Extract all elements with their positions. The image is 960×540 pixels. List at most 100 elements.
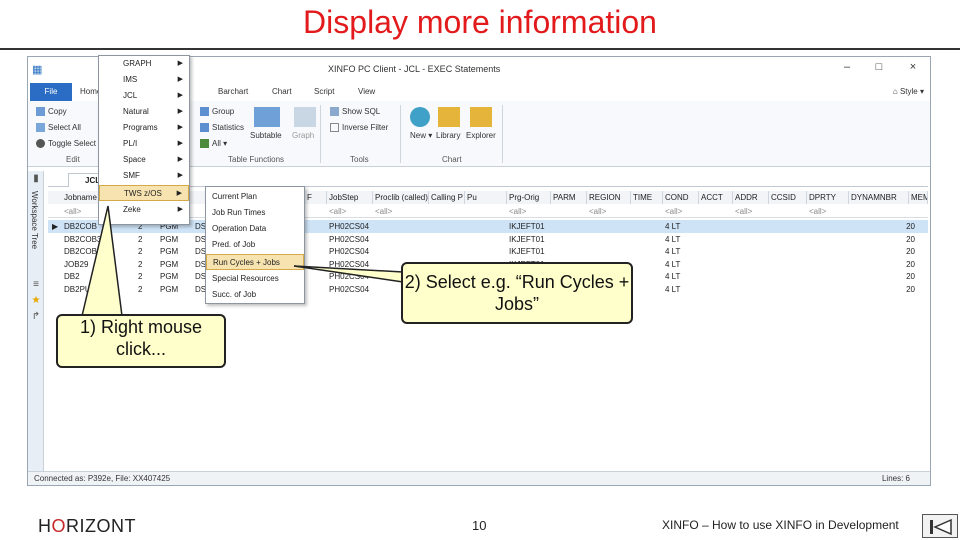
list-icon[interactable]: ≡ bbox=[30, 279, 42, 291]
column-header[interactable]: Prg-Orig bbox=[507, 191, 551, 204]
filter-cell[interactable]: <all> bbox=[62, 205, 102, 218]
column-header[interactable]: Pu bbox=[465, 191, 507, 204]
column-header[interactable]: DYNAMNBR bbox=[849, 191, 909, 204]
context-menu-item-programs[interactable]: Programs ▶ bbox=[99, 120, 189, 136]
minimize-icon[interactable]: – bbox=[838, 61, 856, 75]
submenu-item-pred-of-job[interactable]: Pred. of Job bbox=[206, 237, 304, 253]
close-icon[interactable]: × bbox=[904, 61, 922, 75]
graph-button[interactable]: Graph bbox=[292, 131, 314, 140]
context-menu-item-graph[interactable]: GRAPH ▶ bbox=[99, 56, 189, 72]
select-all-icon bbox=[36, 123, 45, 133]
menu-style[interactable]: ⌂ Style ▾ bbox=[893, 87, 924, 96]
table-cell: DB2 bbox=[64, 272, 80, 281]
context-menu-label: Programs bbox=[123, 123, 158, 132]
table-row[interactable]: DB2COB3 2 PGM DSN PH02CS04 IKJEFT01 4 LT 20 bbox=[48, 245, 928, 258]
filter-cell[interactable]: <all> bbox=[663, 205, 699, 218]
show-sql-button[interactable]: Show SQL bbox=[330, 107, 380, 117]
window-title: XINFO PC Client - JCL - EXEC Statements bbox=[328, 64, 501, 74]
menu-script[interactable]: Script bbox=[314, 87, 334, 96]
column-header[interactable]: DPRTY bbox=[807, 191, 849, 204]
table-cell: 2 bbox=[138, 234, 143, 244]
filter-cell[interactable]: <all> bbox=[507, 205, 547, 218]
maximize-icon[interactable]: □ bbox=[870, 61, 888, 75]
submenu-item-special-resources[interactable]: Special Resources bbox=[206, 271, 304, 287]
first-page-button[interactable] bbox=[922, 514, 958, 538]
star-icon[interactable]: ★ bbox=[30, 295, 42, 307]
table-cell bbox=[465, 220, 505, 233]
context-menu-item-zeke[interactable]: Zeke ▶ bbox=[99, 202, 189, 218]
submenu-item-job-run-times[interactable]: Job Run Times bbox=[206, 205, 304, 221]
context-menu-item-smf[interactable]: SMF ▶ bbox=[99, 168, 189, 184]
filter-cell[interactable]: <all> bbox=[373, 205, 413, 218]
menu-chart[interactable]: Chart bbox=[272, 87, 292, 96]
library-button[interactable]: Library bbox=[436, 131, 460, 140]
menu-barchart[interactable]: Barchart bbox=[218, 87, 248, 96]
context-menu-item-tws[interactable]: TWS z/OS ▶ bbox=[99, 185, 189, 201]
table-cell: PH02CS04 bbox=[329, 234, 370, 244]
column-header[interactable]: F bbox=[305, 191, 327, 204]
workspace-tree-label[interactable]: Workspace Tree bbox=[30, 191, 39, 249]
column-header[interactable]: PARM bbox=[551, 191, 587, 204]
submenu-item-succ-of-job[interactable]: Succ. of Job bbox=[206, 287, 304, 303]
column-header[interactable]: Proclib (called) bbox=[373, 191, 429, 204]
column-header[interactable]: COND bbox=[663, 191, 699, 204]
context-menu-item-ims[interactable]: IMS ▶ bbox=[99, 72, 189, 88]
select-all-button[interactable]: Select All bbox=[36, 123, 81, 133]
explorer-button[interactable]: Explorer bbox=[466, 131, 496, 140]
filter-cell[interactable]: <all> bbox=[807, 205, 847, 218]
new-chart-label: New bbox=[410, 131, 427, 140]
subtable-button[interactable]: Subtable bbox=[250, 131, 282, 140]
graph-icon bbox=[294, 107, 316, 127]
filter-cell[interactable]: <all> bbox=[587, 205, 627, 218]
library-icon bbox=[438, 107, 460, 127]
table-cell: 20 bbox=[906, 247, 915, 256]
column-header[interactable]: JobStep bbox=[327, 191, 373, 204]
column-header[interactable]: CCSID bbox=[769, 191, 807, 204]
statistics-button[interactable]: Statistics bbox=[200, 123, 244, 133]
title-divider bbox=[0, 48, 960, 50]
pin-icon[interactable]: ▮ bbox=[30, 173, 42, 185]
column-header[interactable]: ADDR bbox=[733, 191, 769, 204]
chart-group-label: Chart bbox=[442, 155, 462, 164]
group-button[interactable]: Group bbox=[200, 107, 234, 117]
filter-cell[interactable]: <all> bbox=[733, 205, 769, 218]
context-menu-item-natural[interactable]: Natural ▶ bbox=[99, 104, 189, 120]
context-menu-item-pli[interactable]: PL/I ▶ bbox=[99, 136, 189, 152]
column-header[interactable]: REGION bbox=[587, 191, 631, 204]
filter-cell[interactable]: <all> bbox=[327, 205, 367, 218]
column-header[interactable]: ACCT bbox=[699, 191, 733, 204]
submenu-arrow-icon: ▶ bbox=[176, 190, 182, 197]
copy-button[interactable]: Copy bbox=[36, 107, 67, 117]
copy-icon bbox=[36, 107, 45, 117]
context-menu-label: IMS bbox=[123, 75, 138, 84]
footer-text: XINFO – How to use XINFO in Development bbox=[662, 518, 899, 532]
menu-file[interactable]: File bbox=[30, 83, 72, 101]
column-header[interactable]: MEM bbox=[909, 191, 928, 204]
inverse-filter-button[interactable]: Inverse Filter bbox=[330, 123, 388, 133]
submenu-item-operation-data[interactable]: Operation Data bbox=[206, 221, 304, 237]
context-menu-item-space[interactable]: Space ▶ bbox=[99, 152, 189, 168]
context-menu-label: JCL bbox=[123, 91, 138, 100]
slide-title: Display more information bbox=[303, 4, 657, 40]
copy-label: Copy bbox=[48, 107, 67, 116]
submenu-item-run-cycles-jobs[interactable]: Run Cycles + Jobs bbox=[206, 254, 304, 270]
row-indicator-icon: ▶ bbox=[52, 222, 59, 231]
table-cell: 4 LT bbox=[665, 234, 681, 244]
all-button[interactable]: All ▾ bbox=[200, 139, 227, 149]
toggle-select-button[interactable]: Toggle Select bbox=[36, 139, 96, 149]
submenu-arrow-icon: ▶ bbox=[177, 124, 183, 131]
context-menu-item-jcl[interactable]: JCL ▶ bbox=[99, 88, 189, 104]
tools-group-label: Tools bbox=[350, 155, 369, 164]
submenu-item-current-plan[interactable]: Current Plan bbox=[206, 189, 304, 205]
column-header[interactable]: Calling P bbox=[429, 191, 465, 204]
statistics-icon bbox=[200, 123, 209, 133]
all-label: All bbox=[212, 139, 221, 148]
connection-status: Connected as: P392e, File: XX407425 bbox=[34, 474, 171, 483]
table-cell: 4 LT bbox=[665, 222, 681, 231]
column-header[interactable]: TIME bbox=[631, 191, 663, 204]
new-chart-button[interactable]: New ▾ bbox=[410, 131, 432, 140]
redirect-icon[interactable]: ↱ bbox=[30, 311, 42, 323]
menu-view[interactable]: View bbox=[358, 87, 375, 96]
table-row[interactable]: DB2COB3 2 PGM DSN PH02CS04 IKJEFT01 4 LT 20 bbox=[48, 233, 928, 246]
table-cell: 20 bbox=[906, 272, 915, 281]
